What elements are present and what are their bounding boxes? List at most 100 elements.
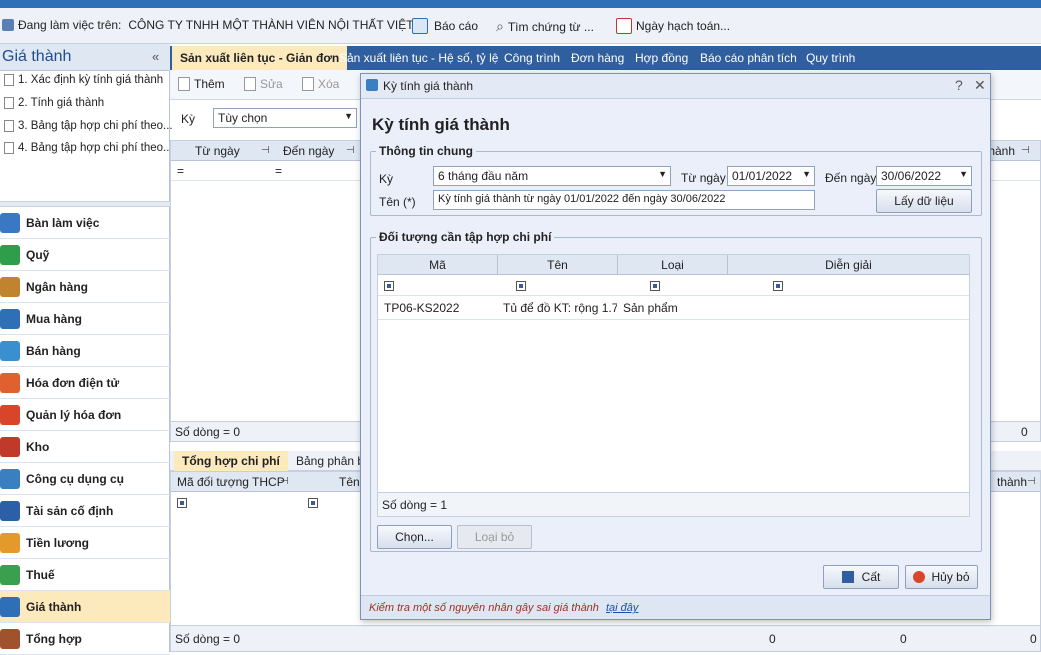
report-icon [412,18,428,34]
sidebar-module[interactable]: Ngân hàng [0,271,170,303]
tab-order[interactable]: Đơn hàng [571,46,624,70]
dialog-window-title: Kỳ tính giá thành [383,79,474,93]
filter-checkbox[interactable] [516,281,527,291]
info-bar: Đang làm việc trên: CÔNG TY TNHH MỘT THÀ… [0,8,1041,44]
module-label: Giá thành [26,599,82,614]
sidebar-module[interactable]: Kho [0,431,170,463]
delete-button[interactable]: Xóa [302,77,339,91]
tab-analysis-report[interactable]: Báo cáo phân tích [700,46,797,70]
module-icon [0,372,20,393]
module-icon [0,500,20,521]
col-name[interactable]: Tên [498,255,618,275]
col-to-date[interactable]: Đến ngày [283,144,334,158]
pin-icon: ⊣ [261,145,270,156]
find-voucher-button[interactable]: ⌕ Tìm chứng từ ... [496,18,594,35]
module-icon [0,532,20,553]
sidebar-module[interactable]: Giá thành [0,591,170,623]
from-date-input[interactable]: 01/01/2022 ▼ [727,166,815,186]
tab-allocation[interactable]: Bảng phân b [296,451,364,471]
footer-link[interactable]: tại đây [606,602,638,614]
table-row[interactable]: TP06-KS2022 Tủ để đồ KT: rộng 1.7 Sản ph… [378,296,969,320]
sidebar-link-period[interactable]: 1. Xác định kỳ tính giá thành [4,74,163,86]
module-label: Quỹ [26,247,50,262]
filter-checkbox[interactable] [773,281,784,291]
to-date-label: Đến ngày [825,171,877,185]
filter-checkbox[interactable] [177,498,187,508]
choose-button[interactable]: Chọn... [377,525,452,549]
sidebar-module[interactable]: Thuế [0,559,170,591]
edit-icon [244,77,256,91]
col-from-date[interactable]: Từ ngày [195,144,240,158]
col-type[interactable]: Loại [618,255,728,275]
tab-construction[interactable]: Công trình [504,46,560,70]
module-icon [0,564,20,585]
module-icon [0,436,20,457]
period-select[interactable]: 6 tháng đầu năm ▼ [433,166,671,186]
cost-grid-footer: Số dòng = 0 0 0 0 [171,625,1040,651]
filter-eq[interactable]: = [177,164,184,178]
tab-continuous-simple[interactable]: Sản xuất liên tục - Giản đơn [172,46,348,70]
sidebar-link-cost-table-2[interactable]: 4. Bảng tập hợp chi phí theo... [4,142,173,154]
module-label: Tài sản cố định [26,503,114,518]
name-input[interactable]: Kỳ tính giá thành từ ngày 01/01/2022 đến… [433,190,815,210]
document-icon [4,120,14,132]
sidebar-module[interactable]: Hóa đơn điện tử [0,367,170,399]
sidebar-module[interactable]: Bán hàng [0,335,170,367]
dialog-icon [366,79,378,91]
posting-date-button[interactable]: Ngày hạch toán... [616,18,730,34]
dialog-title-bar[interactable]: Kỳ tính giá thành ? ✕ [361,74,990,99]
col-code[interactable]: Mã [378,255,498,275]
sidebar-module[interactable]: Bàn làm việc [0,207,170,239]
tab-contract[interactable]: Hợp đồng [635,46,688,70]
save-button[interactable]: Cất [823,565,899,589]
help-icon[interactable]: ? [955,77,963,93]
sidebar-module[interactable]: Tiền lương [0,527,170,559]
module-icon [0,468,20,489]
add-button[interactable]: Thêm [178,77,225,91]
col-right-header[interactable]: thành [997,475,1027,489]
delete-icon [302,77,314,91]
calendar-icon [616,18,632,34]
sidebar-link-calc[interactable]: 2. Tính giá thành [4,97,104,109]
cost-objects-footer: Số dòng = 1 [378,492,969,516]
tab-process[interactable]: Quy trình [806,46,855,70]
sidebar-header: Giá thành « [0,44,170,71]
name-label: Tên (*) [379,195,416,209]
row-name: Tủ để đồ KT: rộng 1.7 [503,301,617,315]
edit-button[interactable]: Sửa [244,77,283,91]
sidebar-link-cost-table-1[interactable]: 3. Bảng tập hợp chi phí theo... [4,120,173,132]
sidebar-module[interactable]: Mua hàng [0,303,170,335]
to-date-input[interactable]: 30/06/2022 ▼ [876,166,972,186]
company-name[interactable]: CÔNG TY TNHH MỘT THÀNH VIÊN NỘI THẤT VIỆ… [128,18,413,32]
sidebar-module[interactable]: Quản lý hóa đơn [0,399,170,431]
col-object-name[interactable]: Tên [339,475,360,489]
remove-button[interactable]: Loại bỏ [457,525,532,549]
edit-label: Sửa [260,77,283,91]
filter-checkbox[interactable] [384,281,394,291]
filter-checkbox[interactable] [649,281,660,291]
report-button[interactable]: Báo cáo [412,18,478,34]
module-label: Quản lý hóa đơn [26,407,122,422]
filter-eq[interactable]: = [275,164,282,178]
sidebar: Giá thành « 1. Xác định kỳ tính giá thàn… [0,44,173,655]
module-icon [0,628,20,649]
tab-continuous-ratio[interactable]: Sản xuất liên tục - Hệ số, tỷ lệ [339,46,498,70]
module-label: Kho [26,439,50,454]
close-icon[interactable]: ✕ [974,77,986,94]
sidebar-module[interactable]: Quỹ [0,239,170,271]
module-label: Bán hàng [26,343,81,358]
col-description[interactable]: Diễn giải [728,255,969,275]
period-filter-select[interactable]: Tùy chọn ▼ [213,108,357,128]
add-icon [178,77,190,91]
filter-checkbox[interactable] [308,498,319,508]
fetch-data-button[interactable]: Lấy dữ liệu [876,189,972,213]
collapse-icon[interactable]: « [152,49,159,64]
sidebar-module[interactable]: Công cụ dụng cụ [0,463,170,495]
posting-date-label: Ngày hạch toán... [636,19,731,33]
sidebar-link-label: 3. Bảng tập hợp chi phí theo... [18,120,173,132]
cancel-button[interactable]: Hủy bỏ [905,565,978,589]
col-object-code[interactable]: Mã đối tượng THCP [177,475,285,489]
tab-cost-summary[interactable]: Tổng hợp chi phí [174,451,288,471]
sidebar-module[interactable]: Tài sản cố định [0,495,170,527]
sidebar-module[interactable]: Tổng hợp [0,623,170,655]
